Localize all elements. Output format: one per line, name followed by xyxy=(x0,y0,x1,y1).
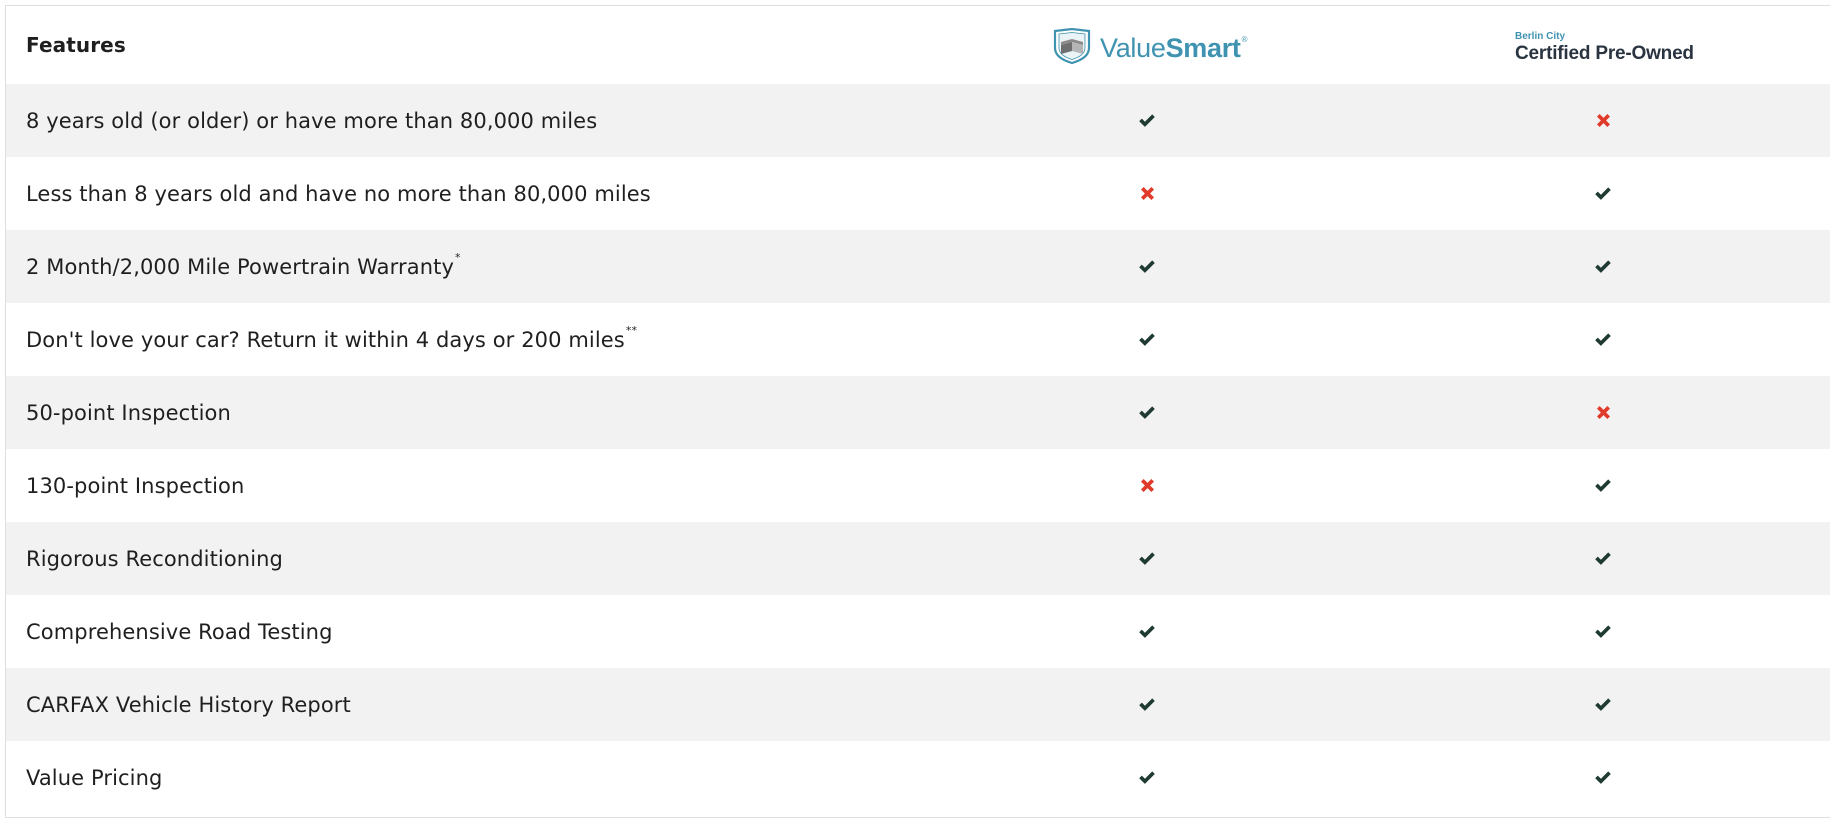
cpo-cross-icon xyxy=(1583,405,1623,420)
table-row: 2 Month/2,000 Mile Powertrain Warranty* xyxy=(6,230,1830,303)
cpo-check-icon xyxy=(1583,551,1623,566)
feature-label: CARFAX Vehicle History Report xyxy=(26,693,351,717)
cpo-check-icon xyxy=(1583,478,1623,493)
feature-text: Comprehensive Road Testing xyxy=(26,619,333,644)
table-row: Value Pricing xyxy=(6,741,1830,814)
feature-text: 2 Month/2,000 Mile Powertrain Warranty xyxy=(26,254,454,279)
cpo-title: Certified Pre-Owned xyxy=(1515,43,1694,64)
table-row: 8 years old (or older) or have more than… xyxy=(6,84,1830,157)
feature-label: 50-point Inspection xyxy=(26,401,231,425)
cpo-check-icon xyxy=(1583,332,1623,347)
valuesmart-wordmark: ValueSmart® xyxy=(1100,32,1248,63)
valuesmart-check-icon xyxy=(1127,770,1167,785)
feature-text: CARFAX Vehicle History Report xyxy=(26,692,351,717)
feature-text: 50-point Inspection xyxy=(26,400,231,425)
valuesmart-logo: ValueSmart® xyxy=(1052,27,1248,68)
valuesmart-check-icon xyxy=(1127,113,1167,128)
valuesmart-check-icon xyxy=(1127,405,1167,420)
footnote-marker: * xyxy=(454,250,461,264)
cpo-check-icon xyxy=(1583,770,1623,785)
cpo-dealer-name: Berlin City xyxy=(1515,31,1566,42)
feature-text: Don't love your car? Return it within 4 … xyxy=(26,327,625,352)
feature-label: Value Pricing xyxy=(26,766,162,790)
valuesmart-check-icon xyxy=(1127,259,1167,274)
features-column-header: Features xyxy=(26,33,126,57)
valuesmart-check-icon xyxy=(1127,332,1167,347)
feature-label: Less than 8 years old and have no more t… xyxy=(26,182,651,206)
valuesmart-cross-icon xyxy=(1127,478,1167,493)
table-row: Don't love your car? Return it within 4 … xyxy=(6,303,1830,376)
valuesmart-cross-icon xyxy=(1127,186,1167,201)
feature-label: 2 Month/2,000 Mile Powertrain Warranty* xyxy=(26,251,461,279)
table-row: Comprehensive Road Testing xyxy=(6,595,1830,668)
feature-text: Less than 8 years old and have no more t… xyxy=(26,181,651,206)
cpo-check-icon xyxy=(1583,624,1623,639)
feature-text: Value Pricing xyxy=(26,765,163,790)
valuesmart-check-icon xyxy=(1127,551,1167,566)
shield-icon xyxy=(1052,27,1092,68)
footnote-marker: ** xyxy=(625,323,638,337)
table-row: CARFAX Vehicle History Report xyxy=(6,668,1830,741)
feature-text: 130-point Inspection xyxy=(26,473,245,498)
cpo-cross-icon xyxy=(1583,113,1623,128)
valuesmart-check-icon xyxy=(1127,697,1167,712)
table-row: Rigorous Reconditioning xyxy=(6,522,1830,595)
certified-pre-owned-logo: Berlin City Certified Pre-Owned xyxy=(1515,31,1694,64)
cpo-check-icon xyxy=(1583,697,1623,712)
table-row: 50-point Inspection xyxy=(6,376,1830,449)
feature-text: 8 years old (or older) or have more than… xyxy=(26,108,598,133)
valuesmart-check-icon xyxy=(1127,624,1167,639)
table-row: Less than 8 years old and have no more t… xyxy=(6,157,1830,230)
table-header-row: Features ValueSmart® Berlin City Certifi… xyxy=(6,6,1830,84)
feature-label: Don't love your car? Return it within 4 … xyxy=(26,324,637,352)
feature-label: Rigorous Reconditioning xyxy=(26,547,283,571)
feature-label: Comprehensive Road Testing xyxy=(26,620,333,644)
feature-label: 130-point Inspection xyxy=(26,474,244,498)
feature-text: Rigorous Reconditioning xyxy=(26,546,283,571)
feature-label: 8 years old (or older) or have more than… xyxy=(26,109,597,133)
comparison-table: Features ValueSmart® Berlin City Certifi… xyxy=(5,5,1830,818)
cpo-check-icon xyxy=(1583,259,1623,274)
cpo-check-icon xyxy=(1583,186,1623,201)
table-row: 130-point Inspection xyxy=(6,449,1830,522)
